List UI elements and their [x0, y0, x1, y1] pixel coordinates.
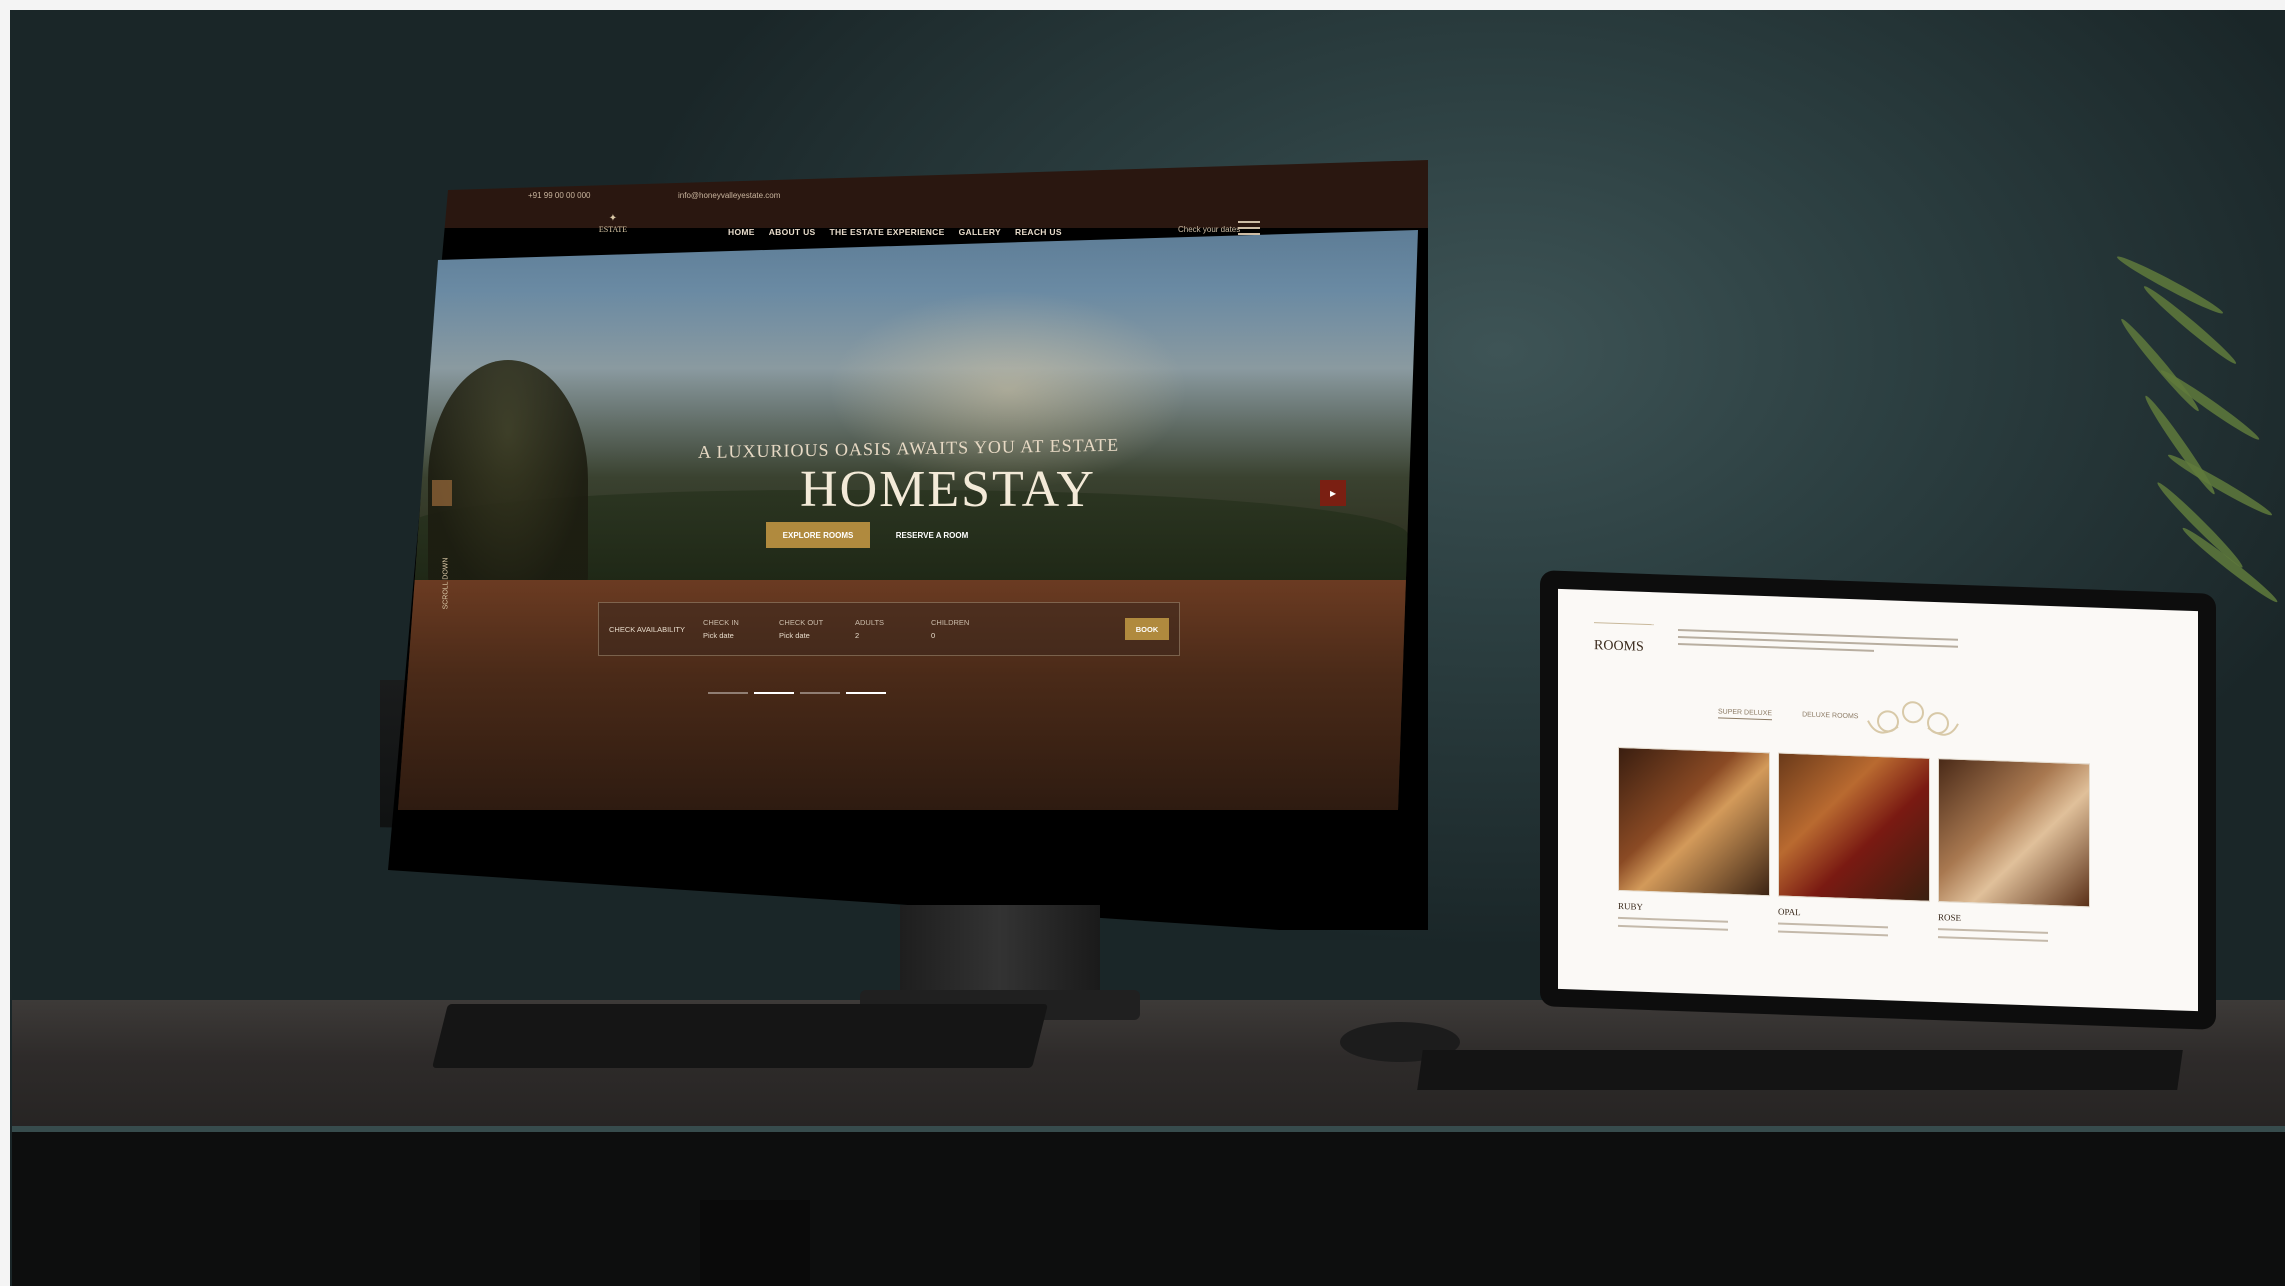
logo-text: ESTATE [598, 225, 628, 234]
room-image[interactable] [1938, 758, 2090, 908]
slider-dot-active[interactable] [754, 692, 794, 694]
room-name: ROSE [1938, 912, 1962, 923]
logo-icon: ✦ [608, 213, 618, 224]
booking-intro-label: CHECK AVAILABILITY [609, 624, 685, 634]
room-card-ruby[interactable]: RUBY [1618, 746, 1770, 932]
ornament-icon [1867, 701, 1959, 736]
room-name: OPAL [1778, 906, 1801, 918]
nav-gallery[interactable]: GALLERY [959, 227, 1001, 237]
slider-dot-active[interactable] [846, 692, 886, 694]
rooms-section-title: ROOMS [1594, 638, 1644, 655]
nav-experience[interactable]: THE ESTATE EXPERIENCE [830, 227, 945, 237]
prev-slide-arrow-icon[interactable] [432, 480, 452, 506]
room-name: RUBY [1618, 900, 1644, 912]
explore-rooms-button[interactable]: EXPLORE ROOMS [766, 522, 870, 548]
tab-deluxe-rooms[interactable]: DELUXE ROOMS [1802, 711, 1858, 723]
slider-dot[interactable] [800, 692, 840, 694]
desktop-keyboard [432, 1004, 1048, 1068]
checkin-label: CHECK IN [703, 618, 739, 627]
checkout-label: CHECK OUT [779, 618, 824, 627]
topbar-phone[interactable]: +91 99 00 00 000 [528, 191, 591, 200]
checkin-value[interactable]: Pick date [703, 631, 761, 640]
children-label: CHILDREN [931, 618, 970, 627]
topbar-email[interactable]: info@honeyvalleyestate.com [678, 191, 780, 200]
room-summary [1618, 916, 1768, 932]
book-button[interactable]: BOOK [1125, 618, 1169, 640]
adults-label: ADULTS [855, 618, 885, 627]
room-category-tabs: SUPER DELUXE DELUXE ROOMS [1718, 708, 1858, 723]
rooms-description [1678, 629, 1958, 669]
room-image[interactable] [1618, 746, 1770, 897]
nav-links: HOME ABOUT US THE ESTATE EXPERIENCE GALL… [728, 227, 1062, 237]
room-cards: RUBY OPAL ROSE [1618, 746, 2090, 943]
adults-field[interactable]: ADULTS 2 [855, 618, 913, 640]
desktop-monitor: +91 99 00 00 000 info@honeyvalleyestate.… [388, 150, 1428, 930]
room-card-opal[interactable]: OPAL [1778, 752, 1930, 938]
nav-check-dates[interactable]: Check your dates [1178, 225, 1240, 234]
slider-indicators [708, 692, 886, 694]
scene-background: +91 99 00 00 000 info@honeyvalleyestate.… [0, 0, 2285, 1286]
room-summary [1778, 922, 1928, 938]
tab-super-deluxe[interactable]: SUPER DELUXE [1718, 708, 1773, 721]
hero-tree [428, 360, 588, 600]
desk-shadow [12, 1132, 2285, 1286]
room-image[interactable] [1778, 752, 1930, 902]
checkout-field[interactable]: CHECK OUT Pick date [779, 618, 837, 640]
nav-about[interactable]: ABOUT US [769, 227, 816, 237]
next-slide-arrow-icon[interactable]: ▸ [1320, 480, 1346, 506]
room-summary [1938, 928, 2088, 943]
room-card-rose[interactable]: ROSE [1938, 758, 2090, 943]
scroll-down-label: SCROLL DOWN [442, 557, 450, 610]
nav-home[interactable]: HOME [728, 227, 755, 237]
nav-reach-us[interactable]: REACH US [1015, 227, 1062, 237]
slider-dot[interactable] [708, 692, 748, 694]
desk-leg [700, 1200, 810, 1286]
tablet-device: ROOMS SUPER DELUXE DELUXE ROOMS RUBY OPA… [1540, 570, 2216, 1030]
checkout-value[interactable]: Pick date [779, 631, 837, 640]
reserve-room-button[interactable]: RESERVE A ROOM [884, 522, 980, 548]
booking-intro: CHECK AVAILABILITY [609, 625, 685, 634]
children-value[interactable]: 0 [931, 631, 989, 640]
hero-headline: HOMESTAY [800, 461, 1096, 518]
booking-bar: CHECK AVAILABILITY CHECK IN Pick date CH… [598, 602, 1180, 656]
tablet-screen: ROOMS SUPER DELUXE DELUXE ROOMS RUBY OPA… [1558, 588, 2198, 1012]
site-logo[interactable]: ✦ ESTATE [578, 213, 648, 261]
checkin-field[interactable]: CHECK IN Pick date [703, 618, 761, 640]
children-field[interactable]: CHILDREN 0 [931, 618, 989, 640]
hamburger-menu-icon[interactable] [1238, 221, 1260, 235]
plant-decoration [2070, 252, 2285, 620]
section-kicker-line [1594, 622, 1654, 626]
tablet-keyboard [1417, 1050, 2183, 1090]
monitor-navbar: ✦ ESTATE HOME ABOUT US THE ESTATE EXPERI… [428, 205, 1428, 275]
adults-value[interactable]: 2 [855, 631, 913, 640]
